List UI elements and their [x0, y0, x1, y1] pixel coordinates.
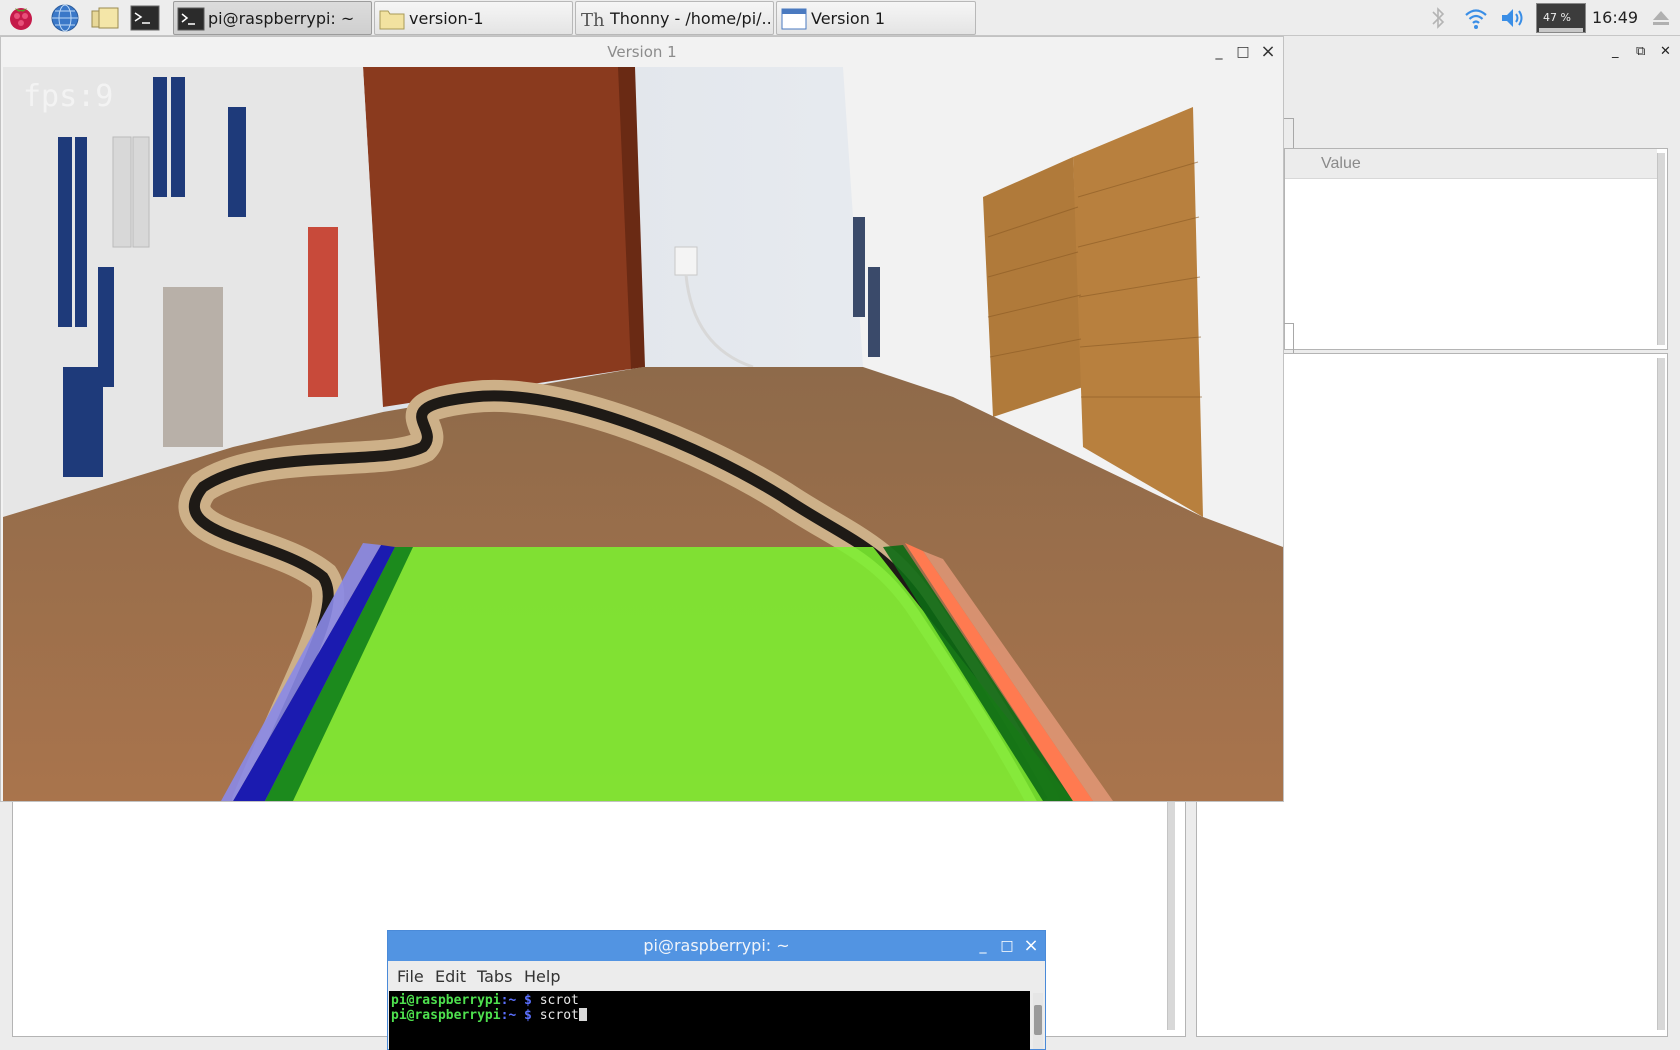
prompt-path: :~ $ — [500, 993, 532, 1008]
terminal-icon — [130, 5, 160, 31]
variables-tab[interactable] — [1284, 118, 1294, 148]
camera-maximize-button[interactable]: □ — [1232, 37, 1254, 67]
terminal-launcher-button[interactable] — [130, 3, 160, 33]
web-browser-button[interactable] — [50, 3, 80, 33]
camera-minimize-button[interactable]: _ — [1208, 37, 1230, 67]
cpu-monitor[interactable]: 47 % — [1536, 3, 1586, 33]
task-label: pi@raspberrypi: ~ — [208, 9, 355, 28]
assistant-scrollbar[interactable] — [1657, 358, 1665, 1030]
terminal-scrollbar[interactable] — [1033, 993, 1043, 1049]
cpu-usage-label: 47 % — [1543, 11, 1571, 24]
menu-help[interactable]: Help — [524, 967, 560, 986]
task-label: Version 1 — [811, 9, 886, 28]
bluetooth-icon — [1432, 7, 1445, 29]
door — [363, 67, 643, 407]
volume-icon — [1502, 9, 1523, 27]
task-file-manager[interactable]: version-1 — [374, 1, 573, 35]
camera-window: Version 1 _ □ × fps:9 — [0, 36, 1284, 802]
file-manager-button[interactable] — [90, 3, 120, 33]
text-cursor — [578, 1008, 587, 1021]
folders-icon — [91, 7, 119, 29]
scrollbar-thumb[interactable] — [1034, 1005, 1042, 1035]
variables-panel: Value — [1284, 148, 1668, 350]
menu-tabs[interactable]: Tabs — [477, 967, 512, 986]
command-text: scrot — [531, 993, 579, 1008]
command-text: scrot — [531, 1008, 579, 1023]
assistant-tab[interactable] — [1284, 323, 1294, 353]
variables-scrollbar[interactable] — [1657, 153, 1665, 345]
terminal-maximize-button[interactable]: □ — [996, 931, 1018, 961]
menu-file[interactable]: File — [397, 967, 424, 986]
terminal-window: pi@raspberrypi: ~ _ □ × File Edit Tabs H… — [387, 930, 1046, 1050]
thonny-icon: Th — [581, 10, 605, 31]
svg-text:Th: Th — [581, 10, 605, 31]
terminal-menubar: File Edit Tabs Help — [388, 961, 1045, 991]
raspberry-icon — [10, 8, 32, 30]
value-column-header[interactable]: Value — [1321, 155, 1361, 173]
cpu-usage-graph — [1539, 28, 1583, 32]
taskbar: pi@raspberrypi: ~ version-1 Th Thonny - … — [0, 0, 1680, 36]
camera-feed: fps:9 — [3, 67, 1283, 801]
camera-scene — [3, 67, 1283, 801]
task-thonny[interactable]: Th Thonny - /home/pi/... — [575, 1, 774, 35]
eject-icon — [1653, 11, 1669, 25]
task-terminal[interactable]: pi@raspberrypi: ~ — [173, 1, 372, 35]
prompt-user: pi@raspberrypi — [391, 993, 501, 1008]
fps-counter: fps:9 — [23, 79, 114, 114]
wifi-button[interactable] — [1463, 4, 1489, 32]
terminal-close-button[interactable]: × — [1020, 931, 1042, 961]
terminal-output[interactable]: pi@raspberrypi:~ $ scrot pi@raspberrypi:… — [389, 991, 1030, 1050]
prompt-path: :~ $ — [500, 1008, 532, 1023]
camera-close-button[interactable]: × — [1257, 37, 1279, 67]
prompt-user: pi@raspberrypi — [391, 1008, 501, 1023]
menu-edit[interactable]: Edit — [435, 967, 466, 986]
terminal-line: pi@raspberrypi:~ $ scrot — [391, 993, 1028, 1008]
variables-header: Value — [1285, 149, 1657, 179]
task-label: version-1 — [409, 9, 484, 28]
window-icon — [781, 8, 807, 30]
task-version-1[interactable]: Version 1 — [776, 1, 976, 35]
box-on-shelf — [308, 227, 338, 397]
thonny-close-button[interactable]: ✕ — [1660, 44, 1671, 59]
clock[interactable]: 16:49 — [1592, 8, 1638, 36]
terminal-line: pi@raspberrypi:~ $ scrot — [391, 1008, 1028, 1023]
raspberry-menu-button[interactable] — [6, 3, 36, 33]
basket-left — [983, 157, 1083, 417]
bluetooth-button[interactable] — [1428, 4, 1448, 32]
terminal-title: pi@raspberrypi: ~ — [643, 936, 790, 955]
thonny-restore-button[interactable]: ⧉ — [1636, 44, 1645, 59]
wall-socket — [674, 246, 698, 276]
eject-button[interactable] — [1650, 4, 1672, 32]
terminal-titlebar[interactable]: pi@raspberrypi: ~ _ □ × — [388, 931, 1045, 961]
volume-button[interactable] — [1499, 4, 1527, 32]
terminal-icon — [177, 7, 205, 31]
thonny-minimize-button[interactable]: _ — [1612, 44, 1619, 59]
task-label: Thonny - /home/pi/... — [610, 9, 774, 28]
terminal-minimize-button[interactable]: _ — [972, 931, 994, 961]
camera-window-title: Version 1 — [607, 43, 677, 61]
globe-icon — [51, 4, 79, 32]
wifi-icon — [1465, 9, 1487, 29]
folder-icon — [379, 10, 405, 30]
